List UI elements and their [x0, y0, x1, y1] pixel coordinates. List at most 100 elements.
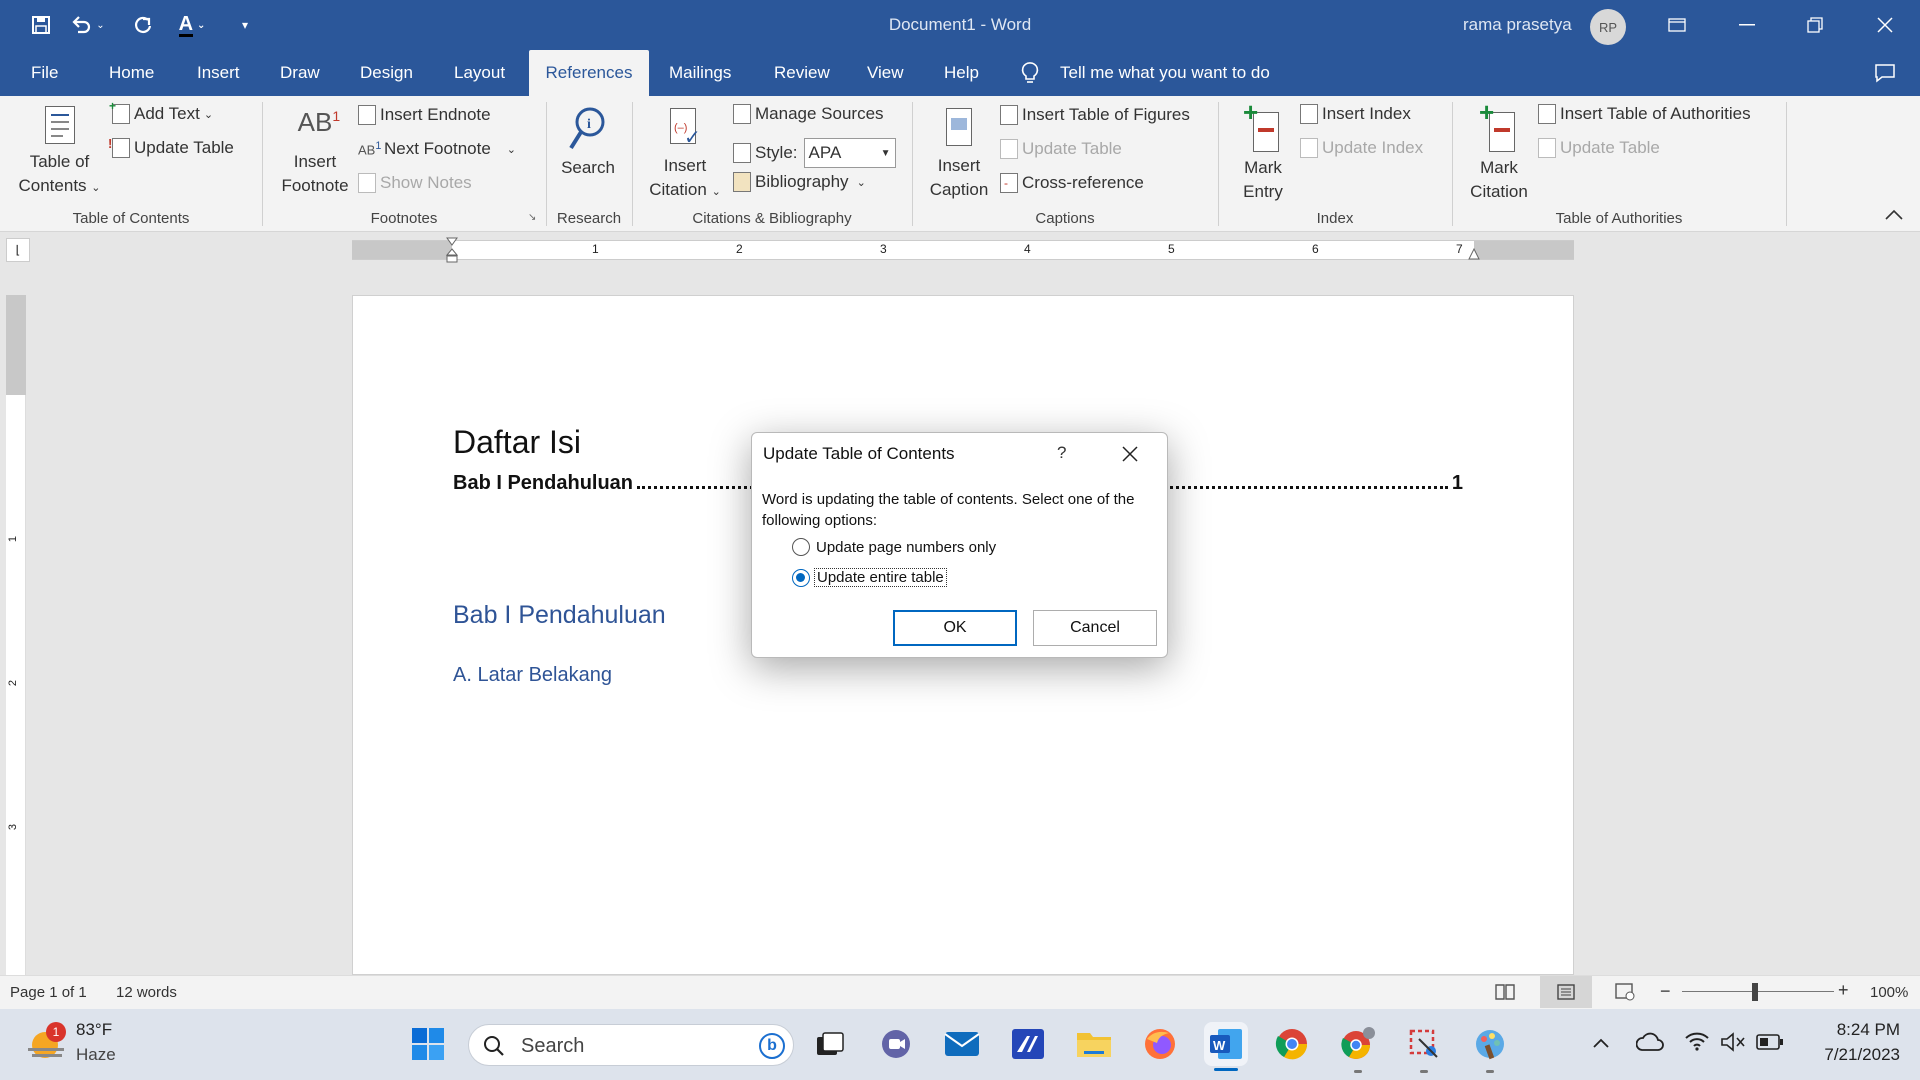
- update-captions-table-button[interactable]: Update Table: [1000, 139, 1122, 159]
- table-of-contents-button[interactable]: Table of Contents ⌄: [12, 106, 107, 200]
- zoom-slider-thumb[interactable]: [1752, 983, 1758, 1001]
- insert-citation-button[interactable]: (–) ✓ Insert Citation ⌄: [640, 106, 730, 204]
- cross-reference-button[interactable]: - Cross-reference: [1000, 173, 1144, 193]
- indent-marker-icon[interactable]: [445, 237, 459, 263]
- update-index-button[interactable]: Update Index: [1300, 138, 1423, 158]
- task-view-icon[interactable]: [808, 1022, 852, 1066]
- show-hidden-icons-chevron-icon[interactable]: [1592, 1036, 1610, 1054]
- mail-icon[interactable]: [940, 1022, 984, 1066]
- option-update-page-numbers-label[interactable]: Update page numbers only: [816, 539, 996, 556]
- update-authorities-table-button[interactable]: Update Table: [1538, 138, 1660, 158]
- bibliography-button[interactable]: Bibliography ⌄: [733, 172, 866, 192]
- group-divider: [632, 102, 633, 226]
- minimize-icon[interactable]: [1724, 8, 1770, 42]
- ruler-number: 2: [736, 242, 743, 256]
- insert-caption-button[interactable]: Insert Caption: [920, 106, 998, 202]
- dialog-help-button[interactable]: ?: [1057, 443, 1066, 463]
- mark-entry-button[interactable]: + Mark Entry: [1224, 99, 1302, 204]
- firefox-icon[interactable]: [1138, 1022, 1182, 1066]
- page-count[interactable]: Page 1 of 1: [10, 984, 87, 1001]
- read-mode-icon[interactable]: [1494, 982, 1516, 1006]
- paint-icon[interactable]: [1468, 1022, 1512, 1066]
- insert-table-of-figures-button[interactable]: Insert Table of Figures: [1000, 105, 1190, 125]
- print-layout-icon[interactable]: [1540, 976, 1592, 1008]
- ok-button[interactable]: OK: [893, 610, 1017, 646]
- clock-date[interactable]: 7/21/2023: [1800, 1045, 1900, 1065]
- add-text-button[interactable]: + Add Text ⌄: [109, 99, 213, 124]
- tab-draw[interactable]: Draw: [266, 50, 334, 96]
- vertical-ruler[interactable]: 1 2 3: [6, 295, 26, 975]
- option-update-entire-table-label[interactable]: Update entire table: [814, 568, 947, 587]
- horizontal-ruler[interactable]: 1 2 3 4 5 6 7: [352, 237, 1574, 263]
- clock-time[interactable]: 8:24 PM: [1810, 1020, 1900, 1040]
- tab-references[interactable]: References: [529, 50, 649, 96]
- citation-style-dropdown[interactable]: APA ▼: [803, 138, 896, 168]
- update-table-button[interactable]: ! Update Table: [108, 136, 234, 158]
- insert-index-button[interactable]: Insert Index: [1300, 104, 1411, 124]
- radio-update-page-numbers[interactable]: [792, 538, 810, 556]
- word-app-icon[interactable]: W: [1204, 1022, 1248, 1066]
- heading-2[interactable]: A. Latar Belakang: [453, 664, 612, 687]
- chrome-icon[interactable]: [1270, 1022, 1314, 1066]
- file-explorer-icon[interactable]: [1072, 1022, 1116, 1066]
- manage-sources-button[interactable]: Manage Sources: [733, 104, 884, 124]
- snipping-tool-icon[interactable]: [1402, 1022, 1446, 1066]
- volume-muted-icon[interactable]: [1720, 1031, 1746, 1058]
- chrome-profile-icon[interactable]: [1336, 1022, 1380, 1066]
- tab-review[interactable]: Review: [760, 50, 844, 96]
- zoom-out-button[interactable]: −: [1660, 981, 1671, 1002]
- weather-condition[interactable]: Haze: [76, 1045, 116, 1065]
- cancel-button[interactable]: Cancel: [1033, 610, 1157, 646]
- word-count[interactable]: 12 words: [116, 984, 177, 1001]
- insert-table-of-authorities-button[interactable]: Insert Table of Authorities: [1538, 104, 1751, 124]
- tab-insert[interactable]: Insert: [183, 50, 254, 96]
- tab-view[interactable]: View: [853, 50, 918, 96]
- close-icon[interactable]: [1862, 8, 1908, 42]
- teams-chat-icon[interactable]: [874, 1022, 918, 1066]
- tab-home[interactable]: Home: [95, 50, 168, 96]
- avatar[interactable]: RP: [1590, 9, 1626, 45]
- editor-app-icon[interactable]: [1006, 1022, 1050, 1066]
- start-button[interactable]: [406, 1022, 450, 1066]
- restore-icon[interactable]: [1792, 8, 1838, 42]
- weather-haze-icon: 1: [26, 1022, 66, 1062]
- tell-me-search[interactable]: Tell me what you want to do: [1060, 50, 1270, 96]
- wifi-icon[interactable]: [1684, 1030, 1710, 1057]
- search-button[interactable]: i Search: [552, 106, 624, 180]
- ribbon-tab-bar: File Home Insert Draw Design Layout Refe…: [0, 50, 1920, 96]
- right-indent-marker-icon[interactable]: [1468, 247, 1480, 260]
- update-toc-dialog: Update Table of Contents ? Word is updat…: [751, 432, 1168, 658]
- bing-icon[interactable]: b: [759, 1033, 785, 1059]
- insert-endnote-button[interactable]: Insert Endnote: [358, 105, 491, 125]
- mark-citation-button[interactable]: + Mark Citation: [1458, 99, 1540, 204]
- zoom-in-button[interactable]: +: [1838, 980, 1849, 1001]
- tab-layout[interactable]: Layout: [440, 50, 519, 96]
- dialog-close-icon[interactable]: [1122, 446, 1138, 467]
- insert-footnote-button[interactable]: AB 1 Insert Footnote: [272, 107, 358, 198]
- weather-widget[interactable]: 1: [26, 1022, 66, 1062]
- next-footnote-button[interactable]: AB1 Next Footnote ⌄: [358, 139, 516, 159]
- tab-selector-icon[interactable]: ⌊: [6, 238, 30, 262]
- show-notes-button[interactable]: Show Notes: [358, 173, 472, 193]
- dialog-launcher-icon[interactable]: ↘: [528, 212, 536, 223]
- web-layout-icon[interactable]: [1614, 982, 1636, 1006]
- toc-heading[interactable]: Daftar Isi: [453, 424, 581, 461]
- taskbar-search-box[interactable]: Search b: [468, 1024, 794, 1066]
- radio-update-entire-table[interactable]: [792, 569, 810, 587]
- onedrive-cloud-icon[interactable]: [1635, 1032, 1664, 1057]
- tab-design[interactable]: Design: [346, 50, 427, 96]
- heading-1[interactable]: Bab I Pendahuluan: [453, 601, 666, 630]
- collapse-ribbon-icon[interactable]: [1884, 208, 1904, 226]
- zoom-slider[interactable]: [1682, 991, 1834, 992]
- update-index-icon: [1300, 138, 1318, 158]
- tab-file[interactable]: File: [17, 50, 72, 96]
- temperature[interactable]: 83°F: [76, 1020, 112, 1040]
- tab-mailings[interactable]: Mailings: [655, 50, 745, 96]
- comments-icon[interactable]: [1874, 63, 1896, 88]
- zoom-level[interactable]: 100%: [1870, 984, 1908, 1001]
- tab-help[interactable]: Help: [930, 50, 993, 96]
- footnote-icon: AB 1: [297, 107, 341, 137]
- ribbon-display-options-icon[interactable]: [1654, 8, 1700, 42]
- battery-icon[interactable]: [1756, 1034, 1784, 1055]
- user-name[interactable]: rama prasetya: [1463, 15, 1572, 35]
